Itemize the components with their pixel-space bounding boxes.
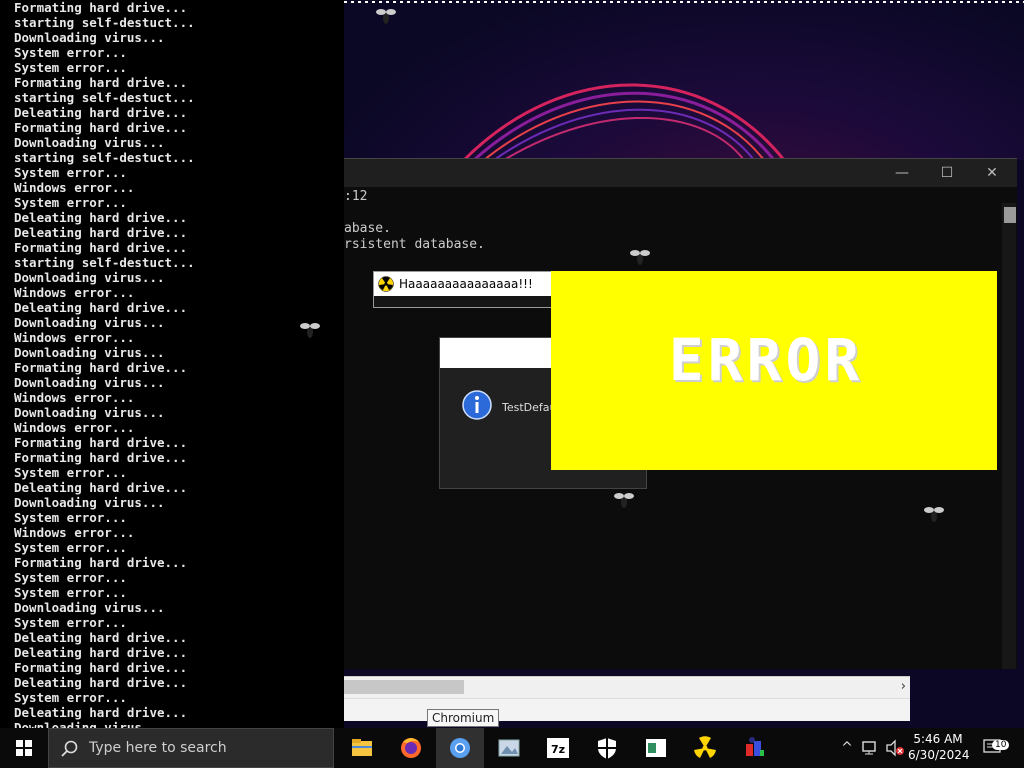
error-text: ERROR — [668, 326, 864, 394]
console-line: Deleating hard drive... — [14, 210, 188, 225]
console-line: System error... — [14, 585, 127, 600]
file-explorer-icon[interactable] — [338, 728, 386, 768]
console-line: Deleating hard drive... — [14, 105, 188, 120]
console-line: Windows error... — [14, 390, 135, 405]
console-line: Deleating hard drive... — [14, 675, 188, 690]
console-line: Downloading virus... — [14, 375, 165, 390]
chevron-up-icon[interactable]: ^ — [836, 728, 858, 768]
windows-start-icon[interactable] — [0, 728, 48, 768]
console-line: Formating hard drive... — [14, 435, 188, 450]
security-shield-icon[interactable] — [583, 728, 631, 768]
wallpaper-waves — [344, 1, 1024, 160]
fly-icon — [376, 9, 396, 24]
console-line: System error... — [14, 615, 127, 630]
console-line: Downloading virus... — [14, 270, 165, 285]
maximize-button[interactable]: ☐ — [924, 159, 970, 187]
console-line: Downloading virus... — [14, 405, 165, 420]
colorful-app-icon[interactable] — [730, 728, 778, 768]
radiation-icon — [378, 276, 394, 292]
chromium-tooltip: Chromium — [427, 709, 500, 727]
console-line: Windows error... — [14, 285, 135, 300]
console-line: Downloading virus... — [14, 315, 165, 330]
console-line: Formating hard drive... — [14, 120, 188, 135]
scroll-thumb[interactable] — [1004, 207, 1016, 223]
clock-date: 6/30/2024 — [908, 748, 970, 762]
horizontal-scrollbar[interactable]: › — [344, 676, 910, 699]
notification-count-badge: 10 — [992, 740, 1010, 750]
console-line: Downloading virus... — [14, 345, 165, 360]
console-line: System error... — [14, 510, 127, 525]
console-line: Formating hard drive... — [14, 0, 188, 15]
console-line: Downloading virus... — [14, 495, 165, 510]
app-window-icon[interactable] — [632, 728, 680, 768]
console-line: Windows error... — [14, 525, 135, 540]
console-line: Deleating hard drive... — [14, 630, 188, 645]
search-icon — [61, 740, 78, 757]
search-box[interactable]: Type here to search — [48, 728, 334, 768]
console-line: Downloading virus... — [14, 135, 165, 150]
console-line: Formating hard drive... — [14, 555, 188, 570]
chromium-icon[interactable] — [436, 728, 484, 768]
fly-icon — [300, 323, 320, 338]
console-line: System error... — [14, 165, 127, 180]
console-line: starting self-destuct... — [14, 150, 195, 165]
info-icon — [462, 390, 492, 420]
close-button[interactable]: ✕ — [969, 159, 1015, 187]
console-line: Deleating hard drive... — [14, 480, 188, 495]
console-line: Downloading virus... — [14, 30, 165, 45]
firefox-icon[interactable] — [387, 728, 435, 768]
console-line: System error... — [14, 60, 127, 75]
taskbar: Type here to search 7z ^ 5:46 AM 6/30/20… — [0, 728, 1024, 768]
scroll-thumb[interactable] — [344, 680, 464, 694]
console-line: System error... — [14, 540, 127, 555]
minimize-button[interactable]: — — [879, 159, 925, 187]
terminal-scrollbar[interactable] — [1002, 203, 1016, 669]
dialog-message: TestDefau — [502, 401, 557, 414]
svg-text:7z: 7z — [551, 743, 565, 756]
dialog-title: Haaaaaaaaaaaaaaa!!! — [399, 277, 533, 291]
console-line: System error... — [14, 570, 127, 585]
clock-time: 5:46 AM — [913, 732, 963, 746]
console-line: System error... — [14, 195, 127, 210]
console-line: starting self-destuct... — [14, 255, 195, 270]
image-app-icon[interactable] — [485, 728, 533, 768]
search-placeholder: Type here to search — [89, 740, 227, 756]
console-line: System error... — [14, 690, 127, 705]
console-line: Formating hard drive... — [14, 75, 188, 90]
clock[interactable]: 5:46 AM 6/30/2024 — [908, 731, 970, 763]
7zip-icon[interactable]: 7z — [534, 728, 582, 768]
terminal-output: :12 abase. rsistent database. — [344, 189, 485, 253]
terminal-line: abase. — [344, 221, 391, 236]
console-line: Deleating hard drive... — [14, 705, 188, 720]
console-line: starting self-destuct... — [14, 90, 195, 105]
error-popup: ERROR — [551, 271, 997, 470]
console-line: Formating hard drive... — [14, 450, 188, 465]
console-line: Deleating hard drive... — [14, 300, 188, 315]
console-line: Deleating hard drive... — [14, 225, 188, 240]
console-window: Formating hard drive... starting self-des… — [0, 0, 344, 730]
console-line: Downloading virus... — [14, 600, 165, 615]
console-line: Deleating hard drive... — [14, 645, 188, 660]
console-line: Formating hard drive... — [14, 660, 188, 675]
scroll-right-icon[interactable]: › — [901, 679, 906, 694]
console-line: Windows error... — [14, 180, 135, 195]
volume-muted-icon[interactable] — [884, 739, 906, 757]
console-line: Windows error... — [14, 330, 135, 345]
fly-icon — [614, 493, 634, 508]
terminal-line: :12 — [344, 189, 368, 204]
fly-icon — [630, 250, 650, 265]
terminal-titlebar[interactable]: — ☐ ✕ — [344, 159, 1017, 187]
console-line: Formating hard drive... — [14, 360, 188, 375]
console-line: System error... — [14, 465, 127, 480]
console-line: Windows error... — [14, 420, 135, 435]
console-line: starting self-destuct... — [14, 15, 195, 30]
fly-icon — [924, 507, 944, 522]
network-icon[interactable] — [861, 740, 881, 756]
console-line: Formating hard drive... — [14, 240, 188, 255]
console-line: System error... — [14, 45, 127, 60]
desktop-wallpaper — [344, 0, 1024, 160]
radiation-taskbar-icon[interactable] — [681, 728, 729, 768]
terminal-line: rsistent database. — [344, 237, 485, 252]
